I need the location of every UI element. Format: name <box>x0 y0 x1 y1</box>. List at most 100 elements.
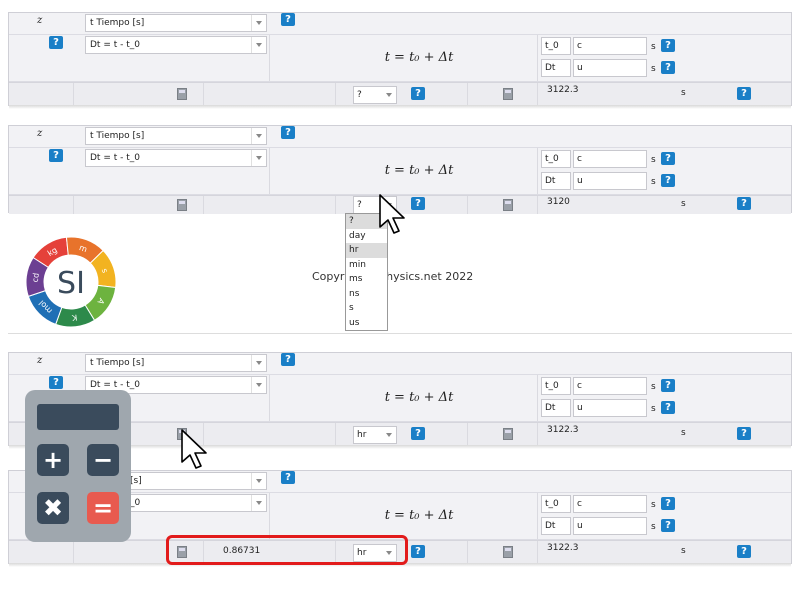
unit-option[interactable]: ms <box>346 272 387 287</box>
help-icon[interactable]: ? <box>49 36 63 49</box>
mouse-cursor-icon <box>181 429 207 469</box>
formula: t = t₀ + Δt <box>384 508 454 523</box>
calculator-icon[interactable] <box>503 88 513 100</box>
help-icon[interactable]: ? <box>281 13 295 26</box>
panel-row-result: ? ? 3122.3 s ? <box>9 82 791 106</box>
var-input-dt[interactable]: u <box>573 399 647 417</box>
help-icon[interactable]: ? <box>661 497 675 510</box>
variable-select[interactable]: t Tiempo [s] <box>85 354 267 372</box>
expression-select-value: Dt = t - t_0 <box>90 380 140 390</box>
z-label: z <box>37 128 43 139</box>
divider <box>537 493 538 539</box>
calculator-icon[interactable] <box>177 199 187 211</box>
chevron-down-icon <box>382 87 396 103</box>
variable-select[interactable]: t Tiempo [s] <box>85 14 267 32</box>
help-icon[interactable]: ? <box>281 471 295 484</box>
result-value: 3122.3 <box>547 425 579 435</box>
var-name-dt: Dt <box>541 172 571 190</box>
plus-icon: + <box>37 444 69 476</box>
help-icon[interactable]: ? <box>281 353 295 366</box>
var-input-t0[interactable]: c <box>573 377 647 395</box>
help-icon[interactable]: ? <box>281 126 295 139</box>
calculator-screen <box>37 404 119 430</box>
expression-select-value: Dt = t - t_0 <box>90 153 140 163</box>
copyright-text: Copyright SIPhysics.net 2022 <box>312 270 474 283</box>
variable-select[interactable]: t Tiempo [s] <box>85 127 267 145</box>
help-icon[interactable]: ? <box>661 519 675 532</box>
divider <box>537 541 538 564</box>
si-logo-text: SI <box>57 266 85 301</box>
chevron-down-icon <box>251 37 266 53</box>
divider <box>335 83 336 106</box>
divider <box>537 375 538 421</box>
help-icon[interactable]: ? <box>411 427 425 440</box>
divider <box>467 196 468 214</box>
help-icon[interactable]: ? <box>661 379 675 392</box>
chevron-down-icon <box>251 473 266 489</box>
z-label: z <box>37 15 43 26</box>
divider <box>335 423 336 446</box>
var-input-t0[interactable]: c <box>573 37 647 55</box>
var-input-dt[interactable]: u <box>573 517 647 535</box>
var-name-t0: t_0 <box>541 495 571 513</box>
panel-row-variable: z t Tiempo [s] ? <box>9 126 791 148</box>
help-icon[interactable]: ? <box>49 149 63 162</box>
divider <box>537 148 538 194</box>
variable-select-value: t Tiempo [s] <box>90 131 145 141</box>
result-value: 3122.3 <box>547 85 579 95</box>
help-icon[interactable]: ? <box>737 427 751 440</box>
help-icon[interactable]: ? <box>737 87 751 100</box>
help-icon[interactable]: ? <box>661 39 675 52</box>
result-highlight-box <box>166 535 408 565</box>
help-icon[interactable]: ? <box>661 61 675 74</box>
result-unit: s <box>681 88 686 98</box>
expression-select[interactable]: Dt = t - t_0 <box>85 149 267 167</box>
divider <box>73 196 74 214</box>
help-icon[interactable]: ? <box>411 87 425 100</box>
unit-option[interactable]: hr <box>346 243 387 258</box>
help-icon[interactable]: ? <box>411 197 425 210</box>
help-icon[interactable]: ? <box>49 376 63 389</box>
var-name-dt: Dt <box>541 517 571 535</box>
var-unit-t0: s <box>651 500 656 510</box>
unit-option[interactable]: s <box>346 301 387 316</box>
calculator-icon[interactable] <box>177 88 187 100</box>
var-unit-dt: s <box>651 177 656 187</box>
divider <box>203 83 204 106</box>
help-icon[interactable]: ? <box>411 545 425 558</box>
help-icon[interactable]: ? <box>737 545 751 558</box>
unit-select-value: hr <box>357 430 367 440</box>
chevron-down-icon <box>251 355 266 371</box>
z-label: z <box>37 355 43 366</box>
expression-select-value: _0 <box>130 498 141 508</box>
help-icon[interactable]: ? <box>661 174 675 187</box>
calculator-icon[interactable] <box>503 199 513 211</box>
unit-select[interactable]: hr <box>353 426 397 444</box>
result-unit: s <box>681 546 686 556</box>
var-input-dt[interactable]: u <box>573 59 647 77</box>
formula: t = t₀ + Δt <box>384 390 454 405</box>
unit-select-value: ? <box>357 90 362 100</box>
var-input-t0[interactable]: c <box>573 495 647 513</box>
expression-select[interactable]: Dt = t - t_0 <box>85 36 267 54</box>
help-icon[interactable]: ? <box>737 197 751 210</box>
unit-option[interactable]: ns <box>346 287 387 302</box>
var-name-dt: Dt <box>541 399 571 417</box>
divider <box>203 196 204 214</box>
unit-select-value: ? <box>357 200 362 210</box>
var-input-t0[interactable]: c <box>573 150 647 168</box>
calculator-icon[interactable] <box>503 428 513 440</box>
si-logo-segment-label: cd <box>31 272 41 283</box>
unit-select[interactable]: ? <box>353 86 397 104</box>
help-icon[interactable]: ? <box>661 401 675 414</box>
divider <box>335 196 336 214</box>
unit-option[interactable]: min <box>346 258 387 273</box>
panel-row-expression: ? Dt = t - t_0 t = t₀ + Δt t_0 c s ? Dt … <box>9 35 791 82</box>
help-icon[interactable]: ? <box>661 152 675 165</box>
var-input-dt[interactable]: u <box>573 172 647 190</box>
expression-select-value: Dt = t - t_0 <box>90 40 140 50</box>
divider <box>269 375 270 421</box>
unit-option[interactable]: us <box>346 316 387 331</box>
var-unit-dt: s <box>651 522 656 532</box>
calculator-icon[interactable] <box>503 546 513 558</box>
